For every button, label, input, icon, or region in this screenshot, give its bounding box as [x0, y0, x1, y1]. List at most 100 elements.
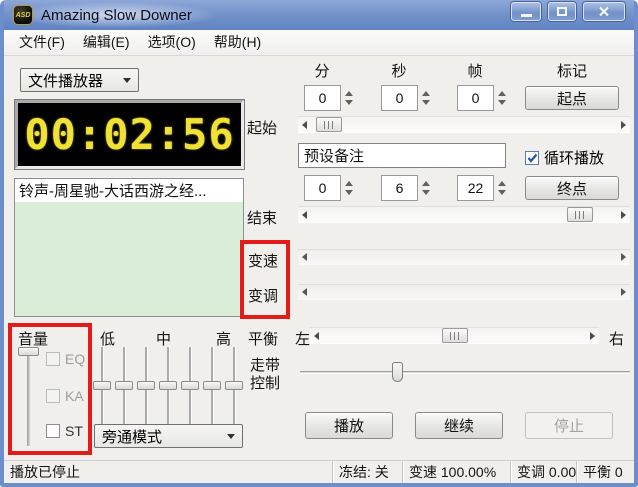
- slider-thumb[interactable]: [137, 381, 155, 390]
- menu-item-help[interactable]: 帮助(H): [205, 30, 270, 55]
- scroll-right-button[interactable]: [617, 116, 630, 133]
- end-frames-spinner[interactable]: 22: [457, 175, 510, 201]
- start-scroll-thumb[interactable]: [316, 117, 342, 132]
- balance-scroll-track[interactable]: [323, 327, 586, 344]
- scroll-right-button[interactable]: [617, 206, 630, 223]
- start-frames-spin-buttons[interactable]: [494, 85, 510, 111]
- ka-checkbox[interactable]: KA: [46, 388, 84, 404]
- slider-thumb[interactable]: [392, 362, 403, 382]
- start-scroll-track[interactable]: [311, 116, 617, 133]
- window-controls: [511, 2, 625, 21]
- column-minutes-label: 分: [314, 63, 330, 80]
- status-speed: 变速 100.00%: [402, 461, 510, 483]
- chevron-down-icon: [123, 77, 131, 83]
- checkbox-box[interactable]: [46, 352, 60, 366]
- end-minutes-value[interactable]: 0: [304, 175, 341, 201]
- end-seconds-value[interactable]: 6: [381, 175, 418, 201]
- grip-icon: [575, 210, 585, 219]
- speed-slider[interactable]: [298, 249, 630, 265]
- end-frames-value[interactable]: 22: [457, 175, 494, 201]
- spin-up-icon: [345, 91, 353, 96]
- menu-item-options[interactable]: 选项(O): [139, 30, 205, 55]
- play-button[interactable]: 播放: [305, 412, 393, 439]
- status-freeze: 冻结: 关: [332, 461, 402, 483]
- start-point-button[interactable]: 起点: [525, 86, 619, 110]
- slider-thumb[interactable]: [225, 381, 243, 390]
- start-position-scrollbar[interactable]: [298, 116, 630, 133]
- end-position-scrollbar[interactable]: [298, 206, 630, 223]
- start-seconds-value[interactable]: 0: [381, 85, 418, 111]
- arrow-right-icon: [621, 288, 626, 296]
- st-checkbox[interactable]: ST: [46, 423, 83, 439]
- spin-down-icon: [498, 100, 506, 105]
- start-minutes-value[interactable]: 0: [304, 85, 341, 111]
- end-point-button[interactable]: 终点: [525, 176, 619, 200]
- eq-band-slider[interactable]: [114, 347, 134, 425]
- scroll-left-button[interactable]: [298, 116, 311, 133]
- slider-thumb[interactable]: [203, 381, 221, 390]
- eq-checkbox[interactable]: EQ: [46, 351, 85, 367]
- end-scroll-thumb[interactable]: [567, 207, 593, 222]
- scroll-right-button[interactable]: [586, 327, 599, 344]
- eq-band-slider[interactable]: [92, 347, 112, 425]
- start-frames-value[interactable]: 0: [457, 85, 494, 111]
- pitch-slider[interactable]: [298, 284, 630, 300]
- playlist[interactable]: 铃声-周星驰-大话西游之经...: [14, 178, 244, 317]
- start-seconds-spinner[interactable]: 0: [381, 85, 434, 111]
- band-mid-label: 中: [156, 331, 172, 348]
- scroll-left-button[interactable]: [298, 206, 311, 223]
- checkbox-box[interactable]: [525, 150, 539, 165]
- eq-band-slider[interactable]: [158, 347, 178, 425]
- eq-band-slider[interactable]: [202, 347, 222, 425]
- status-state: 播放已停止: [10, 464, 80, 480]
- end-frames-spin-buttons[interactable]: [494, 175, 510, 201]
- end-minutes-spin-buttons[interactable]: [341, 175, 357, 201]
- app-window: ASD Amazing Slow Downer 文件(F) 编辑(E) 选项(O…: [0, 0, 638, 487]
- start-seconds-spin-buttons[interactable]: [418, 85, 434, 111]
- end-seconds-spin-buttons[interactable]: [418, 175, 434, 201]
- arrow-left-icon: [314, 331, 319, 340]
- slider-thumb[interactable]: [93, 381, 111, 390]
- preset-note-input[interactable]: [298, 143, 506, 168]
- menu-item-file[interactable]: 文件(F): [10, 30, 74, 55]
- scroll-left-button[interactable]: [310, 327, 323, 344]
- slider-thumb[interactable]: [159, 381, 177, 390]
- slider-thumb[interactable]: [181, 381, 199, 390]
- start-frames-spinner[interactable]: 0: [457, 85, 510, 111]
- arrow-left-icon: [302, 253, 307, 261]
- resume-button[interactable]: 继续: [415, 412, 503, 439]
- playlist-item[interactable]: 铃声-周星驰-大话西游之经...: [15, 179, 243, 202]
- spin-down-icon: [422, 190, 430, 195]
- checkbox-box[interactable]: [46, 389, 60, 403]
- checkbox-box[interactable]: [46, 424, 60, 438]
- app-icon: ASD: [13, 5, 33, 25]
- bypass-mode-select[interactable]: 旁通模式: [94, 424, 243, 448]
- balance-scroll-thumb[interactable]: [442, 328, 468, 343]
- eq-band-slider[interactable]: [224, 347, 244, 425]
- status-balance: 平衡 0: [576, 461, 634, 483]
- eq-band-slider[interactable]: [136, 347, 156, 425]
- end-scroll-track[interactable]: [311, 206, 617, 223]
- start-minutes-spinner[interactable]: 0: [304, 85, 357, 111]
- spin-up-icon: [345, 181, 353, 186]
- menu-item-edit[interactable]: 编辑(E): [74, 30, 139, 55]
- slider-thumb[interactable]: [115, 381, 133, 390]
- balance-scrollbar[interactable]: [310, 327, 599, 344]
- loop-playback-checkbox[interactable]: 循环播放: [525, 147, 604, 168]
- source-select[interactable]: 文件播放器: [20, 68, 139, 92]
- eq-band-slider[interactable]: [180, 347, 200, 425]
- start-minutes-spin-buttons[interactable]: [341, 85, 357, 111]
- loop-playback-label: 循环播放: [544, 150, 605, 167]
- end-seconds-spinner[interactable]: 6: [381, 175, 434, 201]
- menubar: 文件(F) 编辑(E) 选项(O) 帮助(H): [4, 30, 634, 56]
- transport-slider[interactable]: [298, 359, 632, 385]
- balance-left-label: 左: [295, 331, 311, 348]
- source-select-value: 文件播放器: [28, 72, 104, 90]
- maximize-button[interactable]: [548, 2, 576, 21]
- volume-slider-thumb[interactable]: [18, 347, 39, 356]
- end-minutes-spinner[interactable]: 0: [304, 175, 357, 201]
- close-button[interactable]: [583, 2, 625, 21]
- minimize-button[interactable]: [511, 2, 541, 21]
- volume-slider-track[interactable]: [27, 352, 30, 446]
- volume-label: 音量: [18, 331, 49, 348]
